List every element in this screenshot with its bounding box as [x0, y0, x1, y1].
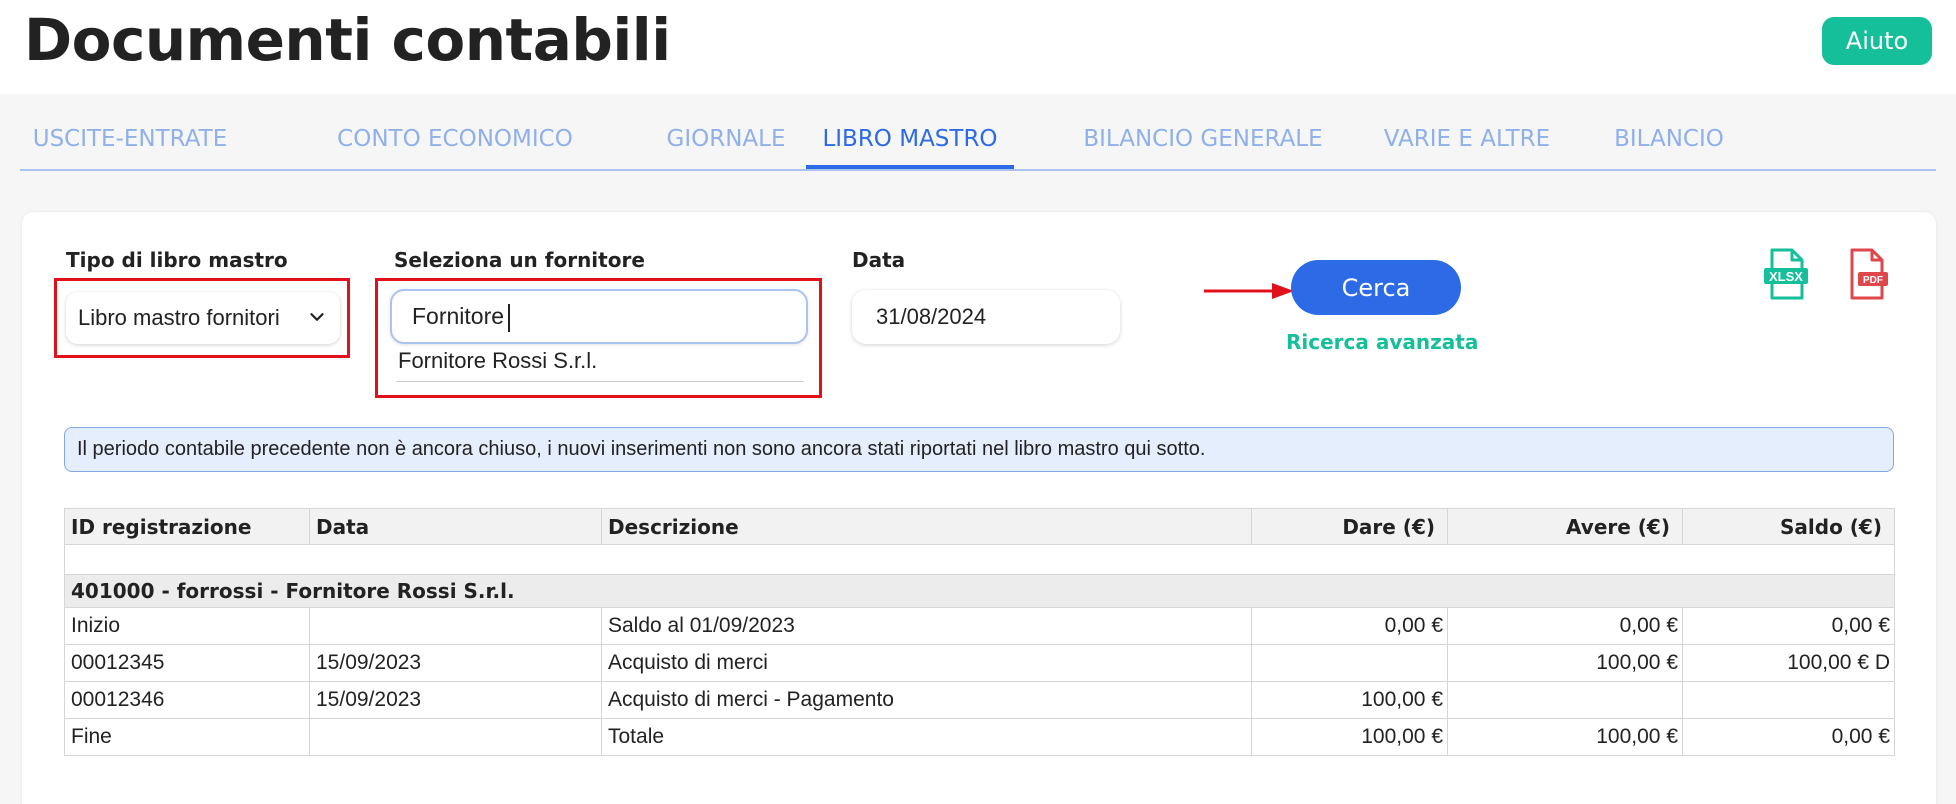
cell-avere: 100,00 €	[1447, 644, 1683, 682]
cell-dare: 100,00 €	[1251, 681, 1448, 719]
column-header: ID registrazione	[64, 508, 310, 545]
cell-date: 15/09/2023	[309, 644, 602, 682]
table-row: Inizio Saldo al 01/09/2023 0,00 € 0,00 €…	[64, 607, 1895, 645]
cell-saldo: 100,00 € D	[1682, 644, 1895, 682]
xlsx-label: XLSX	[1769, 269, 1803, 284]
table-row: 00012345 15/09/2023 Acquisto di merci 10…	[64, 644, 1895, 682]
table-row: Fine Totale 100,00 € 100,00 € 0,00 €	[64, 718, 1895, 756]
column-header: Data	[309, 508, 602, 545]
xlsx-export-icon[interactable]: XLSX	[1762, 248, 1810, 302]
table-header-row: ID registrazione Data Descrizione Dare (…	[64, 508, 1895, 545]
cell-description: Saldo al 01/09/2023	[601, 607, 1252, 645]
cell-avere: 0,00 €	[1447, 607, 1683, 645]
help-button[interactable]: Aiuto	[1822, 17, 1932, 65]
column-header: Descrizione	[601, 508, 1252, 545]
table-spacer	[64, 544, 1895, 575]
group-title: 401000 - forrossi - Fornitore Rossi S.r.…	[64, 574, 1895, 608]
tab-bilancio-generale[interactable]: BILANCIO GENERALE	[1068, 126, 1338, 169]
ledger-type-value: Libro mastro fornitori	[78, 305, 280, 330]
date-label: Data	[852, 248, 906, 272]
cell-avere	[1447, 681, 1683, 719]
supplier-input-wrapper	[390, 289, 808, 344]
text-caret	[508, 304, 510, 332]
cell-id: 00012345	[64, 644, 310, 682]
cell-date	[309, 718, 602, 756]
tab-conto-economico[interactable]: CONTO ECONOMICO	[320, 126, 590, 169]
tab-libro-mastro[interactable]: LIBRO MASTRO	[806, 126, 1014, 169]
cell-id: 00012346	[64, 681, 310, 719]
supplier-search-input[interactable]	[392, 291, 806, 342]
cell-date: 15/09/2023	[309, 681, 602, 719]
pdf-export-icon[interactable]: PDF	[1844, 248, 1892, 302]
tab-bilancio[interactable]: BILANCIO	[1592, 126, 1746, 169]
cell-description: Acquisto di merci	[601, 644, 1252, 682]
cell-date	[309, 607, 602, 645]
ledger-type-select[interactable]: Libro mastro fornitori	[66, 292, 340, 344]
column-header: Dare (€)	[1251, 508, 1448, 545]
tab-giornale[interactable]: GIORNALE	[646, 126, 806, 169]
table-row: 00012346 15/09/2023 Acquisto di merci - …	[64, 681, 1895, 719]
tab-bar: USCITE-ENTRATE CONTO ECONOMICO GIORNALE …	[20, 116, 1936, 171]
column-header: Saldo (€)	[1682, 508, 1895, 545]
cell-saldo: 0,00 €	[1682, 718, 1895, 756]
cell-description: Totale	[601, 718, 1252, 756]
advanced-search-link[interactable]: Ricerca avanzata	[1286, 330, 1478, 354]
cell-dare: 0,00 €	[1251, 607, 1448, 645]
tab-uscite-entrate[interactable]: USCITE-ENTRATE	[30, 126, 230, 169]
page-title: Documenti contabili	[24, 6, 671, 74]
cell-dare: 100,00 €	[1251, 718, 1448, 756]
supplier-label: Seleziona un fornitore	[394, 248, 645, 272]
supplier-suggestion-item[interactable]: Fornitore Rossi S.r.l.	[396, 348, 804, 382]
date-input[interactable]: 31/08/2024	[852, 290, 1120, 344]
search-button[interactable]: Cerca	[1291, 260, 1461, 315]
ledger-table: ID registrazione Data Descrizione Dare (…	[64, 508, 1895, 756]
table-group-row: 401000 - forrossi - Fornitore Rossi S.r.…	[64, 574, 1895, 608]
info-notice: Il periodo contabile precedente non è an…	[64, 427, 1894, 472]
cell-id: Fine	[64, 718, 310, 756]
cell-dare	[1251, 644, 1448, 682]
header: Documenti contabili Aiuto	[0, 0, 1956, 94]
ledger-type-label: Tipo di libro mastro	[66, 248, 288, 272]
column-header: Avere (€)	[1447, 508, 1683, 545]
cell-saldo	[1682, 681, 1895, 719]
cell-saldo: 0,00 €	[1682, 607, 1895, 645]
tab-varie-e-altre[interactable]: VARIE E ALTRE	[1372, 126, 1562, 169]
arrow-right-icon	[1204, 283, 1294, 299]
pdf-label: PDF	[1863, 275, 1883, 286]
chevron-down-icon	[310, 313, 324, 321]
cell-description: Acquisto di merci - Pagamento	[601, 681, 1252, 719]
cell-id: Inizio	[64, 607, 310, 645]
cell-avere: 100,00 €	[1447, 718, 1683, 756]
